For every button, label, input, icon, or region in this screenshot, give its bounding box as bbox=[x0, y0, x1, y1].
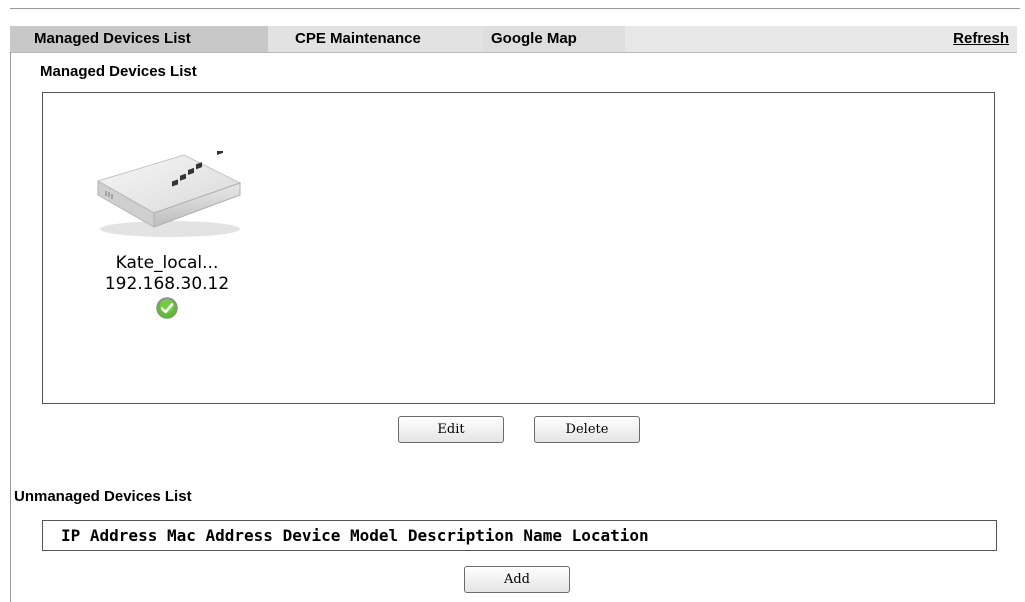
router-device-image bbox=[96, 151, 242, 237]
tab-bar: Managed Devices List CPE Maintenance Goo… bbox=[10, 26, 1017, 53]
edit-button[interactable]: Edit bbox=[398, 416, 504, 443]
unmanaged-devices-title: Unmanaged Devices List bbox=[14, 488, 192, 505]
device-ip-address: 192.168.30.12 bbox=[104, 274, 230, 294]
tab-managed-devices-list[interactable]: Managed Devices List bbox=[10, 26, 268, 52]
column-description: Description bbox=[407, 526, 514, 545]
delete-button[interactable]: Delete bbox=[534, 416, 640, 443]
add-button[interactable]: Add bbox=[464, 566, 570, 593]
managed-devices-title: Managed Devices List bbox=[40, 63, 197, 80]
column-device-model: Device Model bbox=[282, 526, 399, 545]
device-name: Kate_local... bbox=[115, 253, 219, 273]
managed-devices-panel: Kate_local... 192.168.30.12 bbox=[42, 92, 995, 404]
top-divider bbox=[10, 8, 1020, 9]
column-ip-address: IP Address bbox=[61, 526, 158, 545]
left-divider bbox=[10, 52, 11, 602]
device-card[interactable]: Kate_local... 192.168.30.12 bbox=[87, 151, 247, 319]
unmanaged-table-header: IP Address Mac Address Device Model Desc… bbox=[42, 520, 997, 551]
online-check-icon bbox=[156, 297, 178, 319]
tab-cpe-maintenance[interactable]: CPE Maintenance bbox=[268, 26, 483, 52]
column-name: Name bbox=[523, 526, 562, 545]
refresh-link[interactable]: Refresh bbox=[953, 26, 1009, 52]
tab-google-map[interactable]: Google Map bbox=[483, 26, 625, 52]
column-location: Location bbox=[571, 526, 649, 545]
column-mac-address: Mac Address bbox=[166, 526, 273, 545]
